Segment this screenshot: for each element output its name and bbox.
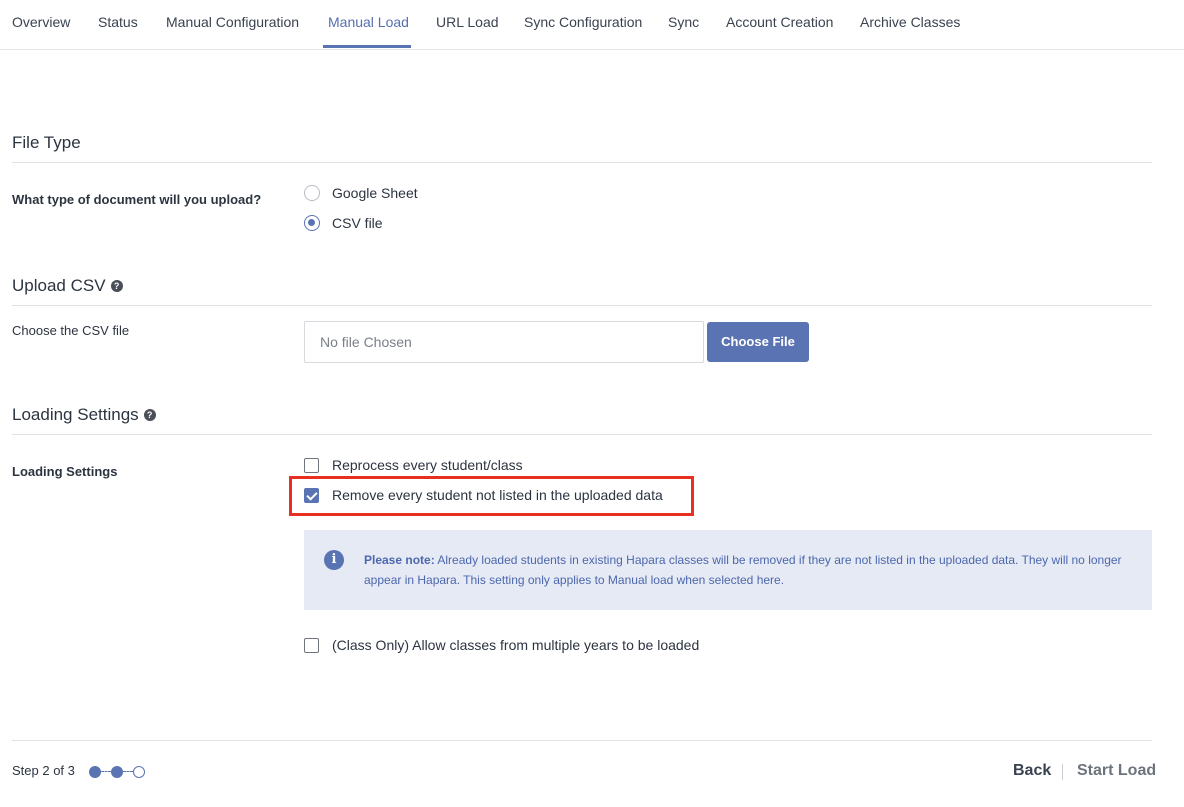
radio-button[interactable] [304, 215, 320, 231]
step-connector [101, 771, 111, 772]
highlight-box [289, 476, 694, 516]
tab-url-load[interactable]: URL Load [436, 0, 499, 50]
checkbox-reprocess[interactable]: Reprocess every student/class [304, 457, 523, 473]
radio-label: CSV file [332, 215, 383, 231]
file-type-question: What type of document will you upload? [12, 192, 262, 207]
back-button[interactable]: Back [1013, 762, 1051, 780]
section-divider [12, 305, 1152, 306]
active-tab-indicator [323, 45, 411, 48]
radio-label: Google Sheet [332, 185, 418, 201]
note-text: Please note: Already loaded students in … [364, 550, 1134, 590]
step-dot-3 [133, 766, 145, 778]
tab-account-creation[interactable]: Account Creation [726, 0, 833, 50]
question-circle-icon[interactable]: ? [110, 280, 123, 292]
checkbox[interactable] [304, 457, 319, 473]
tab-sync[interactable]: Sync [668, 0, 699, 50]
section-divider [12, 162, 1152, 163]
checkbox-label: Reprocess every student/class [332, 457, 523, 473]
radio-button[interactable] [304, 185, 320, 201]
step-dot-2 [111, 766, 123, 778]
step-indicator-text: Step 2 of 3 [12, 763, 75, 778]
file-type-heading: File Type [12, 133, 81, 153]
section-divider [12, 434, 1152, 435]
choose-file-button[interactable]: Choose File [707, 322, 809, 362]
tab-manual-configuration[interactable]: Manual Configuration [166, 0, 299, 50]
file-type-title: File Type [12, 133, 81, 152]
checkbox[interactable] [304, 637, 319, 653]
checkbox-multiple-years[interactable]: (Class Only) Allow classes from multiple… [304, 637, 699, 653]
tab-overview[interactable]: Overview [12, 0, 70, 50]
checkbox-label: (Class Only) Allow classes from multiple… [332, 637, 700, 653]
step-connector [123, 771, 133, 772]
footer-separator [1062, 764, 1063, 780]
step-dot-1 [89, 766, 101, 778]
step-progress [89, 765, 147, 779]
choose-csv-label: Choose the CSV file [12, 323, 130, 338]
radio-csv-file[interactable]: CSV file [304, 215, 383, 231]
file-name-field[interactable]: No file Chosen [304, 321, 704, 363]
footer-divider [12, 740, 1152, 741]
tab-archive-classes[interactable]: Archive Classes [860, 0, 960, 50]
loading-settings-title: Loading Settings [12, 405, 139, 424]
start-load-button[interactable]: Start Load [1077, 762, 1156, 780]
upload-csv-title: Upload CSV [12, 276, 106, 295]
tab-sync-configuration[interactable]: Sync Configuration [524, 0, 642, 50]
tab-status[interactable]: Status [98, 0, 138, 50]
radio-google-sheet[interactable]: Google Sheet [304, 185, 418, 201]
note-body: Already loaded students in existing Hapa… [364, 553, 1122, 587]
note-bold: Please note: [364, 553, 435, 567]
note-panel: i Please note: Already loaded students i… [304, 530, 1152, 610]
loading-settings-label: Loading Settings [12, 464, 118, 479]
tab-bar: Overview Status Manual Configuration Man… [0, 0, 1184, 50]
info-icon: i [324, 550, 344, 570]
upload-csv-heading: Upload CSV ? [12, 276, 123, 296]
question-circle-icon[interactable]: ? [143, 409, 156, 421]
loading-settings-heading: Loading Settings ? [12, 405, 156, 425]
tab-manual-load[interactable]: Manual Load [328, 0, 409, 50]
